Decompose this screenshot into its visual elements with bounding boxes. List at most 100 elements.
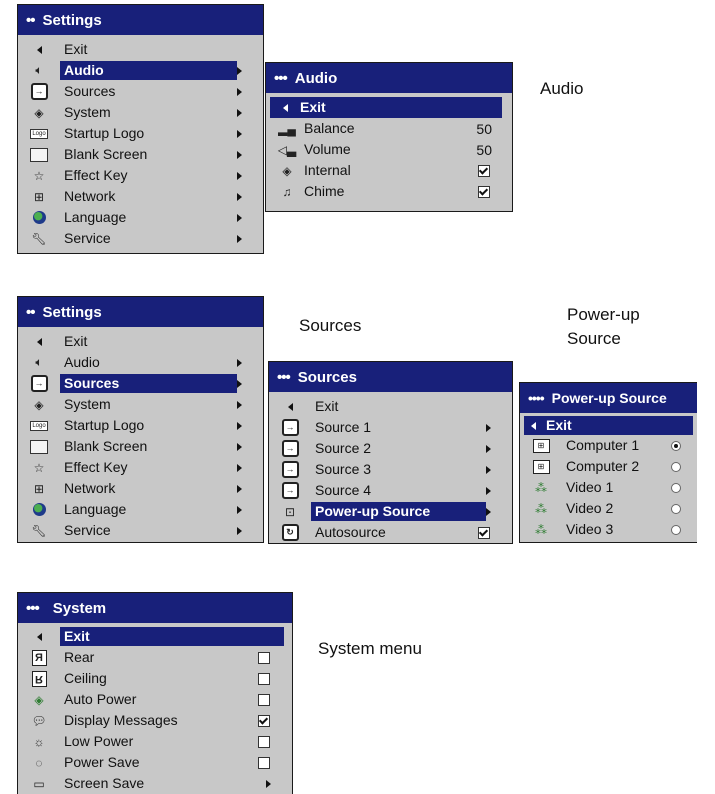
display-messages-checkbox[interactable]	[258, 714, 270, 727]
menu-item-sources[interactable]: → Sources	[18, 373, 263, 394]
submenu-arrow-icon	[237, 442, 247, 451]
menu-item-label: Exit	[546, 417, 572, 433]
menu-item-system[interactable]: ◈ System	[18, 394, 263, 415]
menu-item-label: Video 2	[566, 500, 614, 516]
submenu-arrow-icon	[237, 129, 247, 138]
menu-item-computer-1[interactable]: ⊞ Computer 1	[520, 435, 697, 456]
menu-item-startup-logo[interactable]: Logo Startup Logo	[18, 415, 263, 436]
audio-menu: ••• Audio Exit ▂▄ Balance 50 ◁▃ Volume 5…	[265, 62, 513, 212]
back-arrow-icon	[28, 41, 50, 58]
menu-item-system[interactable]: ◈ System	[18, 102, 263, 123]
menu-item-label: Source 4	[315, 482, 372, 498]
menu-item-blank-screen[interactable]: Blank Screen	[18, 144, 263, 165]
menu-item-internal[interactable]: ◈ Internal	[266, 160, 512, 181]
menu-item-power-save[interactable]: ◌ Power Save	[18, 752, 292, 773]
menu-item-source-4[interactable]: → Source 4	[269, 480, 512, 501]
menu-item-audio[interactable]: 🔈︎ Audio	[18, 352, 263, 373]
menu-title: Settings	[42, 303, 102, 321]
video-2-radio[interactable]	[671, 503, 681, 514]
menu-item-language[interactable]: Language	[18, 499, 263, 520]
menu-item-source-2[interactable]: → Source 2	[269, 438, 512, 459]
menu-item-exit[interactable]: Exit	[18, 626, 292, 647]
blank-screen-icon	[28, 438, 50, 455]
computer-1-radio[interactable]	[671, 440, 681, 451]
menu-item-startup-logo[interactable]: Logo Startup Logo	[18, 123, 263, 144]
menu-item-effect-key[interactable]: ☆ Effect Key	[18, 165, 263, 186]
menu-item-ceiling[interactable]: R Ceiling	[18, 668, 292, 689]
menu-item-power-up-source[interactable]: ⊡ Power-up Source	[269, 501, 512, 522]
ceiling-checkbox[interactable]	[258, 672, 270, 685]
audio-title-bar: ••• Audio	[266, 63, 512, 93]
back-arrow-icon	[28, 628, 50, 645]
submenu-arrow-icon	[486, 444, 496, 453]
power-up-source-menu: •••• Power-up Source Exit ⊞ Computer 1 ⊞…	[519, 382, 697, 543]
video-1-radio[interactable]	[671, 482, 681, 493]
caption-line-1: Power-up	[567, 305, 640, 324]
menu-item-source-1[interactable]: → Source 1	[269, 417, 512, 438]
menu-item-language[interactable]: Language	[18, 207, 263, 228]
menu-item-network[interactable]: ⊞ Network	[18, 478, 263, 499]
computer-2-radio[interactable]	[671, 461, 681, 472]
computer-input-icon: ⊞	[530, 458, 552, 475]
menu-item-label: Audio	[64, 354, 100, 370]
menu-item-auto-power[interactable]: ◈ Auto Power	[18, 689, 292, 710]
internal-checkbox[interactable]	[478, 164, 490, 177]
menu-item-display-messages[interactable]: 💬︎ Display Messages	[18, 710, 292, 731]
menu-item-label: Rear	[64, 649, 95, 665]
menu-item-effect-key[interactable]: ☆ Effect Key	[18, 457, 263, 478]
submenu-arrow-icon	[237, 171, 247, 180]
volume-icon: ◁▃	[277, 142, 297, 157]
menu-item-label: Effect Key	[64, 167, 128, 183]
menu-item-label: Autosource	[315, 524, 386, 540]
menu-item-audio[interactable]: 🔈︎ Audio	[18, 60, 263, 81]
menu-item-exit[interactable]: Exit	[524, 416, 693, 435]
menu-item-low-power[interactable]: ☼ Low Power	[18, 731, 292, 752]
auto-power-checkbox[interactable]	[258, 693, 270, 706]
computer-input-icon: ⊞	[530, 437, 552, 454]
submenu-arrow-icon	[237, 526, 247, 535]
star-icon: ☆	[33, 168, 45, 183]
menu-item-service[interactable]: 🔧︎ Service	[18, 520, 263, 541]
submenu-arrow-icon	[486, 507, 496, 516]
menu-item-label: Sources	[60, 374, 237, 393]
menu-level-dots: •••	[274, 69, 288, 87]
menu-item-exit[interactable]: Exit	[18, 39, 263, 60]
menu-item-video-3[interactable]: ⁂ Video 3	[520, 519, 697, 540]
chime-checkbox[interactable]	[478, 185, 490, 198]
menu-item-sources[interactable]: → Sources	[18, 81, 263, 102]
menu-item-balance[interactable]: ▂▄ Balance 50	[266, 118, 512, 139]
menu-item-chime[interactable]: ♫ Chime	[266, 181, 512, 202]
menu-item-rear[interactable]: Я Rear	[18, 647, 292, 668]
source-icon: →	[28, 375, 50, 392]
autosource-checkbox[interactable]	[478, 526, 490, 539]
menu-item-screen-save[interactable]: ▭ Screen Save	[18, 773, 292, 794]
menu-item-network[interactable]: ⊞ Network	[18, 186, 263, 207]
speaker-icon: 🔈︎	[35, 355, 43, 369]
globe-icon	[28, 209, 50, 226]
low-power-checkbox[interactable]	[258, 735, 270, 748]
rear-checkbox[interactable]	[258, 651, 270, 664]
menu-item-exit[interactable]: Exit	[270, 97, 502, 118]
menu-item-exit[interactable]: Exit	[269, 396, 512, 417]
menu-item-exit[interactable]: Exit	[18, 331, 263, 352]
menu-item-computer-2[interactable]: ⊞ Computer 2	[520, 456, 697, 477]
balance-value: 50	[476, 120, 492, 137]
power-save-checkbox[interactable]	[258, 756, 270, 769]
submenu-arrow-icon	[237, 463, 247, 472]
menu-item-blank-screen[interactable]: Blank Screen	[18, 436, 263, 457]
menu-item-label: System	[64, 396, 111, 412]
menu-item-autosource[interactable]: ↻ Autosource	[269, 522, 512, 543]
video-3-radio[interactable]	[671, 524, 681, 535]
menu-level-dots: ••	[26, 11, 35, 29]
source-icon: →	[279, 440, 301, 457]
menu-item-label: Sources	[64, 83, 116, 99]
menu-item-video-2[interactable]: ⁂ Video 2	[520, 498, 697, 519]
submenu-arrow-icon	[237, 87, 247, 96]
menu-item-video-1[interactable]: ⁂ Video 1	[520, 477, 697, 498]
menu-item-volume[interactable]: ◁▃ Volume 50	[266, 139, 512, 160]
video-input-icon: ⁂	[535, 480, 547, 495]
menu-item-source-3[interactable]: → Source 3	[269, 459, 512, 480]
menu-item-service[interactable]: 🔧︎ Service	[18, 228, 263, 249]
menu-item-label: Low Power	[64, 733, 134, 749]
menu-item-label: Auto Power	[64, 691, 137, 707]
